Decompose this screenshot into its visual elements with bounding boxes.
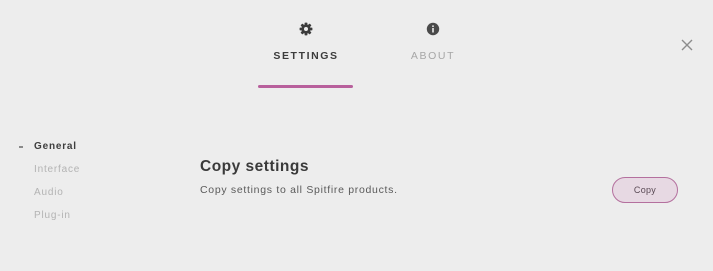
sidebar-item-general[interactable]: General: [18, 140, 128, 163]
sidebar-item-label: General: [34, 141, 77, 152]
active-tab-indicator: [258, 85, 353, 88]
gear-icon: [299, 22, 313, 36]
section-description: Copy settings to all Spitfire products.: [200, 184, 398, 196]
sidebar-item-label: Audio: [34, 187, 64, 198]
settings-window: SETTINGS ABOUT General Interface Audio P…: [0, 0, 713, 271]
sidebar-item-plugin[interactable]: Plug-in: [18, 209, 128, 232]
tab-settings-label: SETTINGS: [273, 50, 339, 62]
sidebar-item-audio[interactable]: Audio: [18, 186, 128, 209]
sidebar-item-interface[interactable]: Interface: [18, 163, 128, 186]
info-icon: [426, 22, 440, 36]
tab-about-label: ABOUT: [410, 50, 456, 62]
tab-about[interactable]: ABOUT: [392, 22, 474, 62]
sidebar-item-label: Interface: [34, 164, 81, 175]
close-icon[interactable]: [680, 38, 694, 52]
tab-settings[interactable]: SETTINGS: [258, 22, 354, 62]
settings-sidebar: General Interface Audio Plug-in: [18, 140, 128, 232]
active-marker: [19, 146, 23, 148]
section-title: Copy settings: [200, 158, 309, 175]
sidebar-item-label: Plug-in: [34, 210, 71, 221]
copy-button[interactable]: Copy: [612, 177, 678, 203]
